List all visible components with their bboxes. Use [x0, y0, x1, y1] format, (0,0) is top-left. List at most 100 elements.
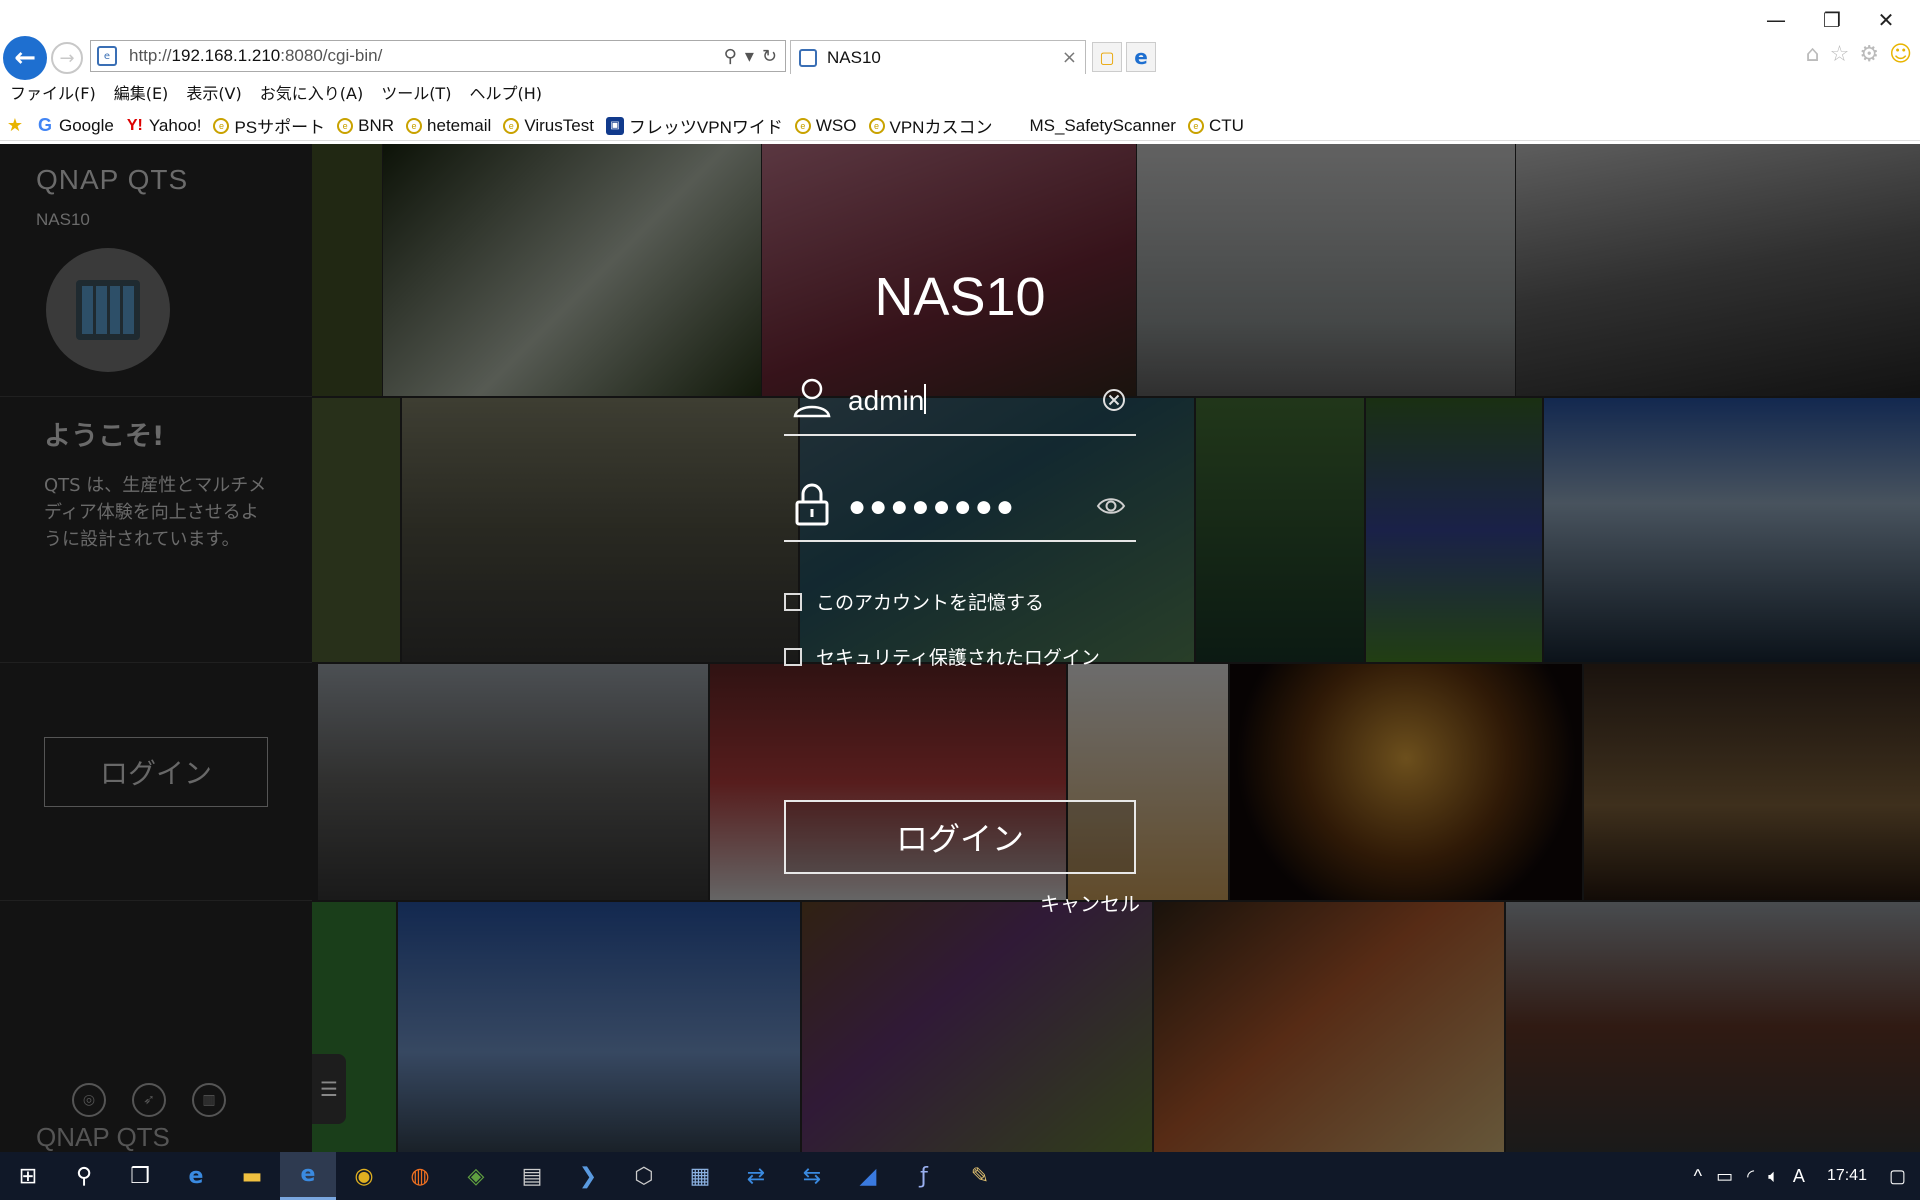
- ie-page-icon: e: [406, 117, 423, 134]
- ie-page-icon: e: [503, 117, 520, 134]
- network-tool-icon[interactable]: ▦: [672, 1152, 728, 1200]
- new-tab-button[interactable]: ▢: [1092, 42, 1122, 72]
- fav-wso[interactable]: e WSO: [794, 116, 857, 136]
- login-title: NAS10: [874, 267, 1046, 327]
- fav-ms-safetyscanner[interactable]: MS_SafetyScanner: [1004, 116, 1175, 136]
- task-view-icon[interactable]: ❒: [112, 1152, 168, 1200]
- settings-gear-icon[interactable]: ⚙: [1859, 42, 1879, 67]
- qfinder-icon[interactable]: ◎: [72, 1083, 106, 1117]
- edge-icon[interactable]: e: [168, 1152, 224, 1200]
- remember-label: このアカウントを記憶する: [816, 592, 1045, 614]
- fav-ctu[interactable]: e CTU: [1187, 116, 1244, 136]
- nas-device-icon: [46, 248, 170, 372]
- dropdown-arrow-icon[interactable]: ▾: [745, 46, 754, 67]
- side-login-button[interactable]: ログイン: [44, 737, 268, 807]
- fav-google[interactable]: G Google: [36, 115, 114, 136]
- rocket-icon[interactable]: ➶: [132, 1083, 166, 1117]
- browser-titlebar: ← → e http://192.168.1.210:8080/cgi-bin/…: [0, 0, 1920, 80]
- secure-login-label: セキュリティ保護されたログイン: [816, 647, 1100, 669]
- tray-expand-icon[interactable]: ^: [1694, 1166, 1702, 1187]
- feedback-smiley-icon[interactable]: ☺: [1889, 42, 1912, 67]
- menu-favorites[interactable]: お気に入り(A): [260, 80, 363, 104]
- internet-explorer-icon[interactable]: e: [280, 1152, 336, 1200]
- home-icon[interactable]: ⌂: [1806, 42, 1820, 67]
- refresh-icon[interactable]: ↻: [762, 46, 777, 67]
- welcome-description: QTS は、生産性とマルチメディア体験を向上させるように設計されています。: [44, 475, 267, 550]
- tab-nas10[interactable]: NAS10 ×: [790, 40, 1086, 74]
- secure-login-checkbox[interactable]: [784, 647, 802, 666]
- login-button[interactable]: ログイン: [784, 800, 1136, 874]
- qnap-login-page: QNAP QTS NAS10 ようこそ! QTS は、生産性とマルチメディア体験…: [0, 144, 1920, 1152]
- volume-icon[interactable]: 🔈︎: [1768, 1166, 1779, 1187]
- google-icon: G: [37, 115, 52, 135]
- tab-title: NAS10: [827, 47, 881, 67]
- ie-page-icon: e: [794, 117, 811, 134]
- show-password-eye-icon[interactable]: [1096, 494, 1126, 518]
- file-explorer-icon[interactable]: ▬: [224, 1152, 280, 1200]
- blue-app-icon[interactable]: ◢: [840, 1152, 896, 1200]
- virtualbox-icon[interactable]: ⬡: [616, 1152, 672, 1200]
- app-icon[interactable]: ◈: [448, 1152, 504, 1200]
- search-icon[interactable]: ⚲: [724, 46, 737, 67]
- fav-hetemail[interactable]: e hetemail: [406, 116, 491, 136]
- minimize-icon[interactable]: —: [1756, 8, 1796, 32]
- paint-app-icon[interactable]: ✎: [952, 1152, 1008, 1200]
- ie-page-icon: e: [868, 117, 885, 134]
- close-window-icon[interactable]: ✕: [1866, 8, 1906, 32]
- password-value: ●●●●●●●●: [848, 490, 1017, 523]
- ie-page-icon: e: [1187, 117, 1204, 134]
- fav-ps-support[interactable]: e PSサポート: [213, 113, 325, 138]
- search-icon[interactable]: ⚲: [56, 1152, 112, 1200]
- notification-icon[interactable]: ▢: [1889, 1166, 1906, 1187]
- menu-file[interactable]: ファイル(F): [10, 80, 96, 104]
- qnap-app-icon[interactable]: ▥: [192, 1083, 226, 1117]
- powershell-icon[interactable]: ❯: [560, 1152, 616, 1200]
- password-field[interactable]: ●●●●●●●●: [784, 470, 1136, 542]
- fc-app-icon[interactable]: ƒ: [896, 1152, 952, 1200]
- remember-account-row[interactable]: このアカウントを記憶する: [784, 588, 1044, 615]
- teamviewer-icon[interactable]: ⇄: [728, 1152, 784, 1200]
- battery-icon[interactable]: ▭: [1716, 1166, 1733, 1187]
- menu-bar: ファイル(F) 編集(E) 表示(V) お気に入り(A) ツール(T) ヘルプ(…: [0, 78, 1920, 106]
- username-value: admin: [848, 385, 925, 416]
- user-icon: [793, 378, 831, 418]
- favorites-bar: ★ G Google Y! Yahoo! e PSサポート e BNR e hetemai…: [0, 111, 1920, 141]
- favorites-star-icon[interactable]: ☆: [1830, 42, 1850, 67]
- add-favorite-star-icon[interactable]: ★: [6, 115, 24, 135]
- tab-close-icon[interactable]: ×: [1062, 47, 1077, 68]
- terminal-icon[interactable]: ▤: [504, 1152, 560, 1200]
- welcome-heading: ようこそ!: [44, 421, 165, 452]
- menu-view[interactable]: 表示(V): [186, 80, 241, 104]
- cancel-link[interactable]: キャンセル: [1040, 888, 1140, 917]
- fav-flets-vpn[interactable]: ▣ フレッツVPNワイド: [605, 113, 783, 138]
- menu-tools[interactable]: ツール(T): [381, 80, 451, 104]
- wifi-icon[interactable]: ◜: [1747, 1166, 1754, 1187]
- address-bar[interactable]: e http://192.168.1.210:8080/cgi-bin/ ⚲ ▾…: [90, 40, 786, 72]
- username-field[interactable]: admin: [784, 364, 1136, 436]
- remember-checkbox[interactable]: [784, 592, 802, 611]
- menu-edit[interactable]: 編集(E): [114, 80, 169, 104]
- menu-help[interactable]: ヘルプ(H): [469, 80, 542, 104]
- fav-virustest[interactable]: e VirusTest: [503, 116, 594, 136]
- back-button[interactable]: ←: [3, 36, 47, 80]
- fav-yahoo[interactable]: Y! Yahoo!: [126, 116, 202, 136]
- fav-vpn-kascon[interactable]: e VPNカスコン: [868, 113, 992, 138]
- restore-icon[interactable]: ❐: [1812, 8, 1852, 32]
- fav-bnr[interactable]: e BNR: [337, 116, 394, 136]
- yahoo-icon: Y!: [126, 116, 143, 134]
- edge-icon[interactable]: e: [1126, 42, 1156, 72]
- clear-icon[interactable]: [1102, 388, 1126, 412]
- windows-start-icon[interactable]: ⊞: [0, 1152, 56, 1200]
- menu-toggle-icon[interactable]: ☰: [312, 1054, 346, 1124]
- ime-indicator[interactable]: A: [1793, 1166, 1805, 1187]
- address-url[interactable]: http://192.168.1.210:8080/cgi-bin/: [129, 46, 382, 66]
- chrome-icon[interactable]: ◉: [336, 1152, 392, 1200]
- secure-login-row[interactable]: セキュリティ保護されたログイン: [784, 643, 1100, 670]
- windows-taskbar: ⊞ ⚲ ❒ e ▬ e ◉ ◍ ◈ ▤ ❯ ⬡ ▦ ⇄ ⇆ ◢ ƒ ✎ ^ ▭ …: [0, 1152, 1920, 1200]
- footer-brand: QNAP QTS: [36, 1122, 170, 1152]
- teamviewer-alt-icon[interactable]: ⇆: [784, 1152, 840, 1200]
- forward-button[interactable]: →: [51, 42, 83, 74]
- clock[interactable]: 17:41: [1819, 1167, 1875, 1185]
- page-favicon-icon: e: [97, 46, 117, 66]
- firefox-icon[interactable]: ◍: [392, 1152, 448, 1200]
